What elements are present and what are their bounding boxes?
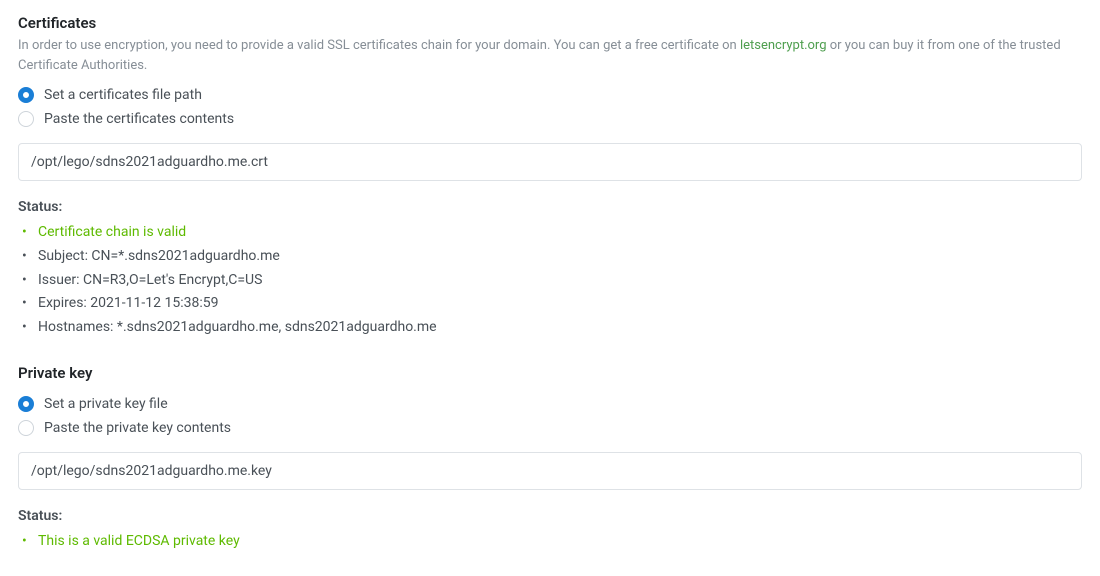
pkey-status-label: Status:: [18, 508, 1082, 524]
radio-icon: [18, 87, 34, 103]
cert-radio-path-label: Set a certificates file path: [44, 87, 202, 103]
cert-status-label: Status:: [18, 199, 1082, 215]
pkey-radio-paste-label: Paste the private key contents: [44, 420, 231, 436]
cert-radio-paste[interactable]: Paste the certificates contents: [18, 111, 1082, 127]
pkey-radio-path-label: Set a private key file: [44, 396, 168, 412]
letsencrypt-link[interactable]: letsencrypt.org: [740, 38, 827, 53]
cert-radio-paste-label: Paste the certificates contents: [44, 111, 234, 127]
cert-status-hostnames: Hostnames: *.sdns2021adguardho.me, sdns2…: [22, 316, 1082, 340]
cert-desc-pre: In order to use encryption, you need to …: [18, 38, 740, 53]
cert-radio-path[interactable]: Set a certificates file path: [18, 87, 1082, 103]
certificates-section: Certificates In order to use encryption,…: [18, 14, 1082, 340]
cert-path-input[interactable]: [18, 143, 1082, 181]
radio-icon: [18, 420, 34, 436]
cert-status-expires: Expires: 2021-11-12 15:38:59: [22, 292, 1082, 316]
radio-icon: [18, 111, 34, 127]
radio-icon: [18, 396, 34, 412]
pkey-radio-paste[interactable]: Paste the private key contents: [18, 420, 1082, 436]
cert-status-subject: Subject: CN=*.sdns2021adguardho.me: [22, 245, 1082, 269]
private-key-title: Private key: [18, 364, 1082, 382]
cert-status-list: Certificate chain is valid Subject: CN=*…: [18, 221, 1082, 340]
private-key-section: Private key Set a private key file Paste…: [18, 364, 1082, 554]
cert-status-issuer: Issuer: CN=R3,O=Let's Encrypt,C=US: [22, 269, 1082, 293]
pkey-radio-path[interactable]: Set a private key file: [18, 396, 1082, 412]
certificates-description: In order to use encryption, you need to …: [18, 36, 1082, 75]
pkey-path-input[interactable]: [18, 452, 1082, 490]
certificates-title: Certificates: [18, 14, 1082, 32]
cert-status-valid: Certificate chain is valid: [22, 221, 1082, 245]
